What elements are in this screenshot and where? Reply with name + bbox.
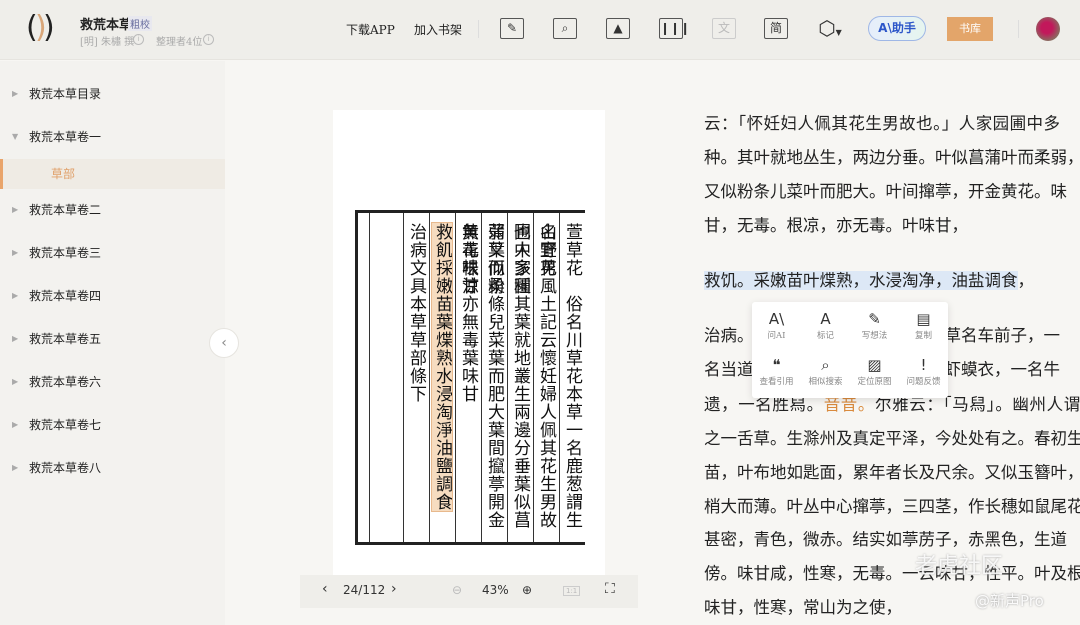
mark-button[interactable]: A 标记 [801,309,850,341]
quote-icon: ❝ [772,356,781,374]
search-icon[interactable]: ⌕ [553,18,577,39]
fullscreen-icon[interactable]: ⛶ [605,581,615,597]
chevron-right-icon: ▶ [12,377,19,386]
copy-icon: ▤ [916,310,931,328]
author: [明] 朱橚 撰 [80,37,135,48]
sidebar-toc: ▶ 救荒本草目录 ▼ 救荒本草卷一 草部 ▶ 救荒本草卷二 ▶ 救荒本草卷三 ▶ 救荒本草… [0,61,225,625]
watermark: 老虎社区 [915,554,1004,579]
selection-popup-menu: A\ 问AI A 标记 ✎ 写想法 ▤ 复制 ❝ 查看引用 ⌕ 相似搜索 ▨ 定位原图 ! 问题… [752,302,948,398]
zoom-level: 43% [482,583,509,597]
ask-ai-button[interactable]: A\ 问AI [752,309,801,341]
chevron-right-icon: ▶ [12,205,19,214]
ai-icon: A\ [768,310,785,328]
scan-column: 治病文具本草草部條下 [403,213,429,542]
prev-page-icon[interactable]: ‹ [322,581,328,597]
chevron-right-icon: ▶ [12,89,19,98]
download-app-link[interactable]: 下载APP [346,21,395,38]
zoom-in-icon[interactable]: ⊕ [522,583,532,597]
page-toolbar: ‹ 24/112 › ⊖ 43% ⊕ 1:1 ⛶ [300,575,638,608]
vertical-layout-icon[interactable]: ❙❙❙ [659,18,690,39]
chevron-right-icon: ▶ [12,463,19,472]
toc-item[interactable]: ▶ 救荒本草卷五 [0,324,225,354]
toc-item[interactable]: ▶ 救荒本草卷二 [0,195,225,225]
similar-search-button[interactable]: ⌕ 相似搜索 [801,355,850,387]
feedback-button[interactable]: ! 问题反馈 [899,355,948,387]
highlight-icon: A [820,310,831,328]
feedback-icon: ! [920,356,927,374]
simplified-traditional-button[interactable]: 简 [764,18,788,39]
chevron-down-icon: ▼ [12,132,19,141]
app-logo[interactable]: ()) [26,13,60,45]
note-pen-icon[interactable]: ✎ [500,18,524,39]
scan-text: 萱草花 俗名川草花本草一名鹿葱謂生山野花 名宜男風土記云懷妊婦人佩其花生男故也人… [355,210,585,545]
next-page-icon[interactable]: › [391,581,397,597]
chevron-right-icon: ▶ [12,334,19,343]
add-to-shelf-link[interactable]: 加入书架 [414,21,462,38]
avatar[interactable] [1036,17,1060,41]
toc-item-selected[interactable]: 草部 [0,159,225,189]
book-title: 救荒本草 [80,18,133,33]
scanned-page: 萱草花 俗名川草花本草一名鹿葱謂生山野花 名宜男風土記云懷妊婦人佩其花生男故也人… [333,110,605,575]
translate-button[interactable]: 文 [712,18,736,39]
library-button[interactable]: 书库 [947,17,993,41]
toc-item[interactable]: ▶ 救荒本草卷四 [0,281,225,311]
toc-item[interactable]: ▶ 救荒本草卷八 [0,453,225,483]
toc-item[interactable]: ▼ 救荒本草卷一 [0,122,225,152]
toc-item[interactable]: ▶ 救荒本草卷三 [0,238,225,268]
page-number: 24/112 [343,583,386,597]
copy-button[interactable]: ▤ 复制 [899,309,948,341]
proofread-tag: 粗校 [128,16,152,31]
zoom-out-icon[interactable]: ⊖ [452,583,462,597]
toc-item[interactable]: ▶ 救荒本草卷六 [0,367,225,397]
view-citation-button[interactable]: ❝ 查看引用 [752,355,801,387]
locate-image-button[interactable]: ▨ 定位原图 [850,355,899,387]
selected-passage[interactable]: 救饥。采嫩苗叶煠熟，水浸淘净，油盐调食， [704,268,1060,294]
editors-info-icon[interactable]: i [203,34,214,45]
chevron-right-icon: ▶ [12,248,19,257]
toc-item[interactable]: ▶ 救荒本草目录 [0,79,225,109]
author-info-icon[interactable]: i [133,34,144,45]
header: ()) 救荒本草 粗校 [明] 朱橚 撰 i 整理者4位 i 下载APP 加入书… [0,0,1080,60]
actual-size-button[interactable]: 1:1 [563,586,581,596]
ai-assistant-button[interactable]: A\助手 [868,16,926,41]
search-icon: ⌕ [821,356,830,374]
write-note-button[interactable]: ✎ 写想法 [850,309,899,341]
image-icon: ▨ [867,356,882,374]
editors: 整理者4位 [156,37,203,48]
chevron-right-icon: ▶ [12,420,19,429]
pen-icon: ✎ [868,310,881,328]
watermark: @新声Pro [975,592,1044,610]
toc-item[interactable]: ▶ 救荒本草卷七 [0,410,225,440]
chevron-right-icon: ▶ [12,291,19,300]
scan-column-highlighted: 救飢採嫩苗葉煠熟水浸淘淨油鹽調食 [429,213,455,542]
collapse-sidebar-button[interactable]: ‹ [209,328,239,358]
image-view-icon[interactable]: ▲ [606,18,630,39]
scan-column: 萱草花 俗名川草花本草一名鹿葱謂生山野花 [536,213,585,542]
theme-hexagon-icon[interactable]: ⬡▼ [818,18,842,39]
